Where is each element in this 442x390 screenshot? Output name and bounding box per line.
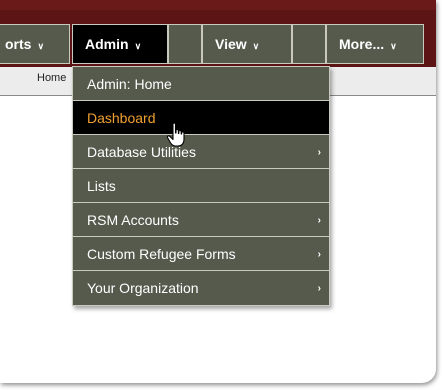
chevron-down-icon: ∨ [390, 40, 397, 51]
chevron-down-icon: ∨ [37, 40, 45, 51]
nav-item-label: More... [339, 36, 385, 52]
breadcrumb-home[interactable]: Home [37, 72, 66, 84]
admin-dropdown-menu: Admin: Home Dashboard Database Utilities… [72, 66, 330, 306]
menu-item-lists[interactable]: Lists [73, 169, 329, 203]
menu-item-admin-home[interactable]: Admin: Home [73, 67, 329, 101]
nav-item-view[interactable]: View ∨ [202, 24, 292, 64]
nav-item-admin[interactable]: Admin ∨ [72, 24, 168, 64]
chevron-right-icon: › [317, 215, 321, 226]
nav-spacer [168, 24, 202, 64]
nav-spacer [292, 24, 326, 64]
menu-item-label: Lists [87, 177, 116, 194]
app-window: orts ∨ Admin ∨ View ∨ More... ∨ Home Adm… [0, 0, 436, 383]
nav-item-label: Admin [85, 36, 129, 52]
menu-item-label: Admin: Home [87, 75, 172, 92]
main-menubar: orts ∨ Admin ∨ View ∨ More... ∨ [0, 10, 436, 67]
nav-item-label: View [215, 36, 247, 52]
nav-item-reports[interactable]: orts ∨ [0, 24, 70, 64]
menu-item-your-organization[interactable]: Your Organization › [73, 271, 329, 305]
chevron-right-icon: › [317, 249, 321, 260]
chevron-down-icon: ∨ [134, 40, 142, 51]
menu-item-rsm-accounts[interactable]: RSM Accounts › [73, 203, 329, 237]
menu-item-label: RSM Accounts [87, 211, 179, 228]
menu-item-dashboard[interactable]: Dashboard [73, 101, 329, 135]
nav-item-more[interactable]: More... ∨ [326, 24, 424, 64]
menu-item-label: Dashboard [87, 109, 156, 126]
header-band [0, 0, 436, 10]
nav-item-label: orts [5, 36, 32, 52]
menu-item-label: Custom Refugee Forms [87, 245, 236, 262]
chevron-right-icon: › [317, 147, 321, 158]
menu-item-label: Your Organization [87, 280, 199, 296]
chevron-right-icon: › [317, 283, 321, 294]
menu-item-database-utilities[interactable]: Database Utilities › [73, 135, 329, 169]
menu-item-custom-refugee-forms[interactable]: Custom Refugee Forms › [73, 237, 329, 271]
hand-pointer-icon [166, 122, 185, 147]
chevron-down-icon: ∨ [252, 40, 260, 51]
